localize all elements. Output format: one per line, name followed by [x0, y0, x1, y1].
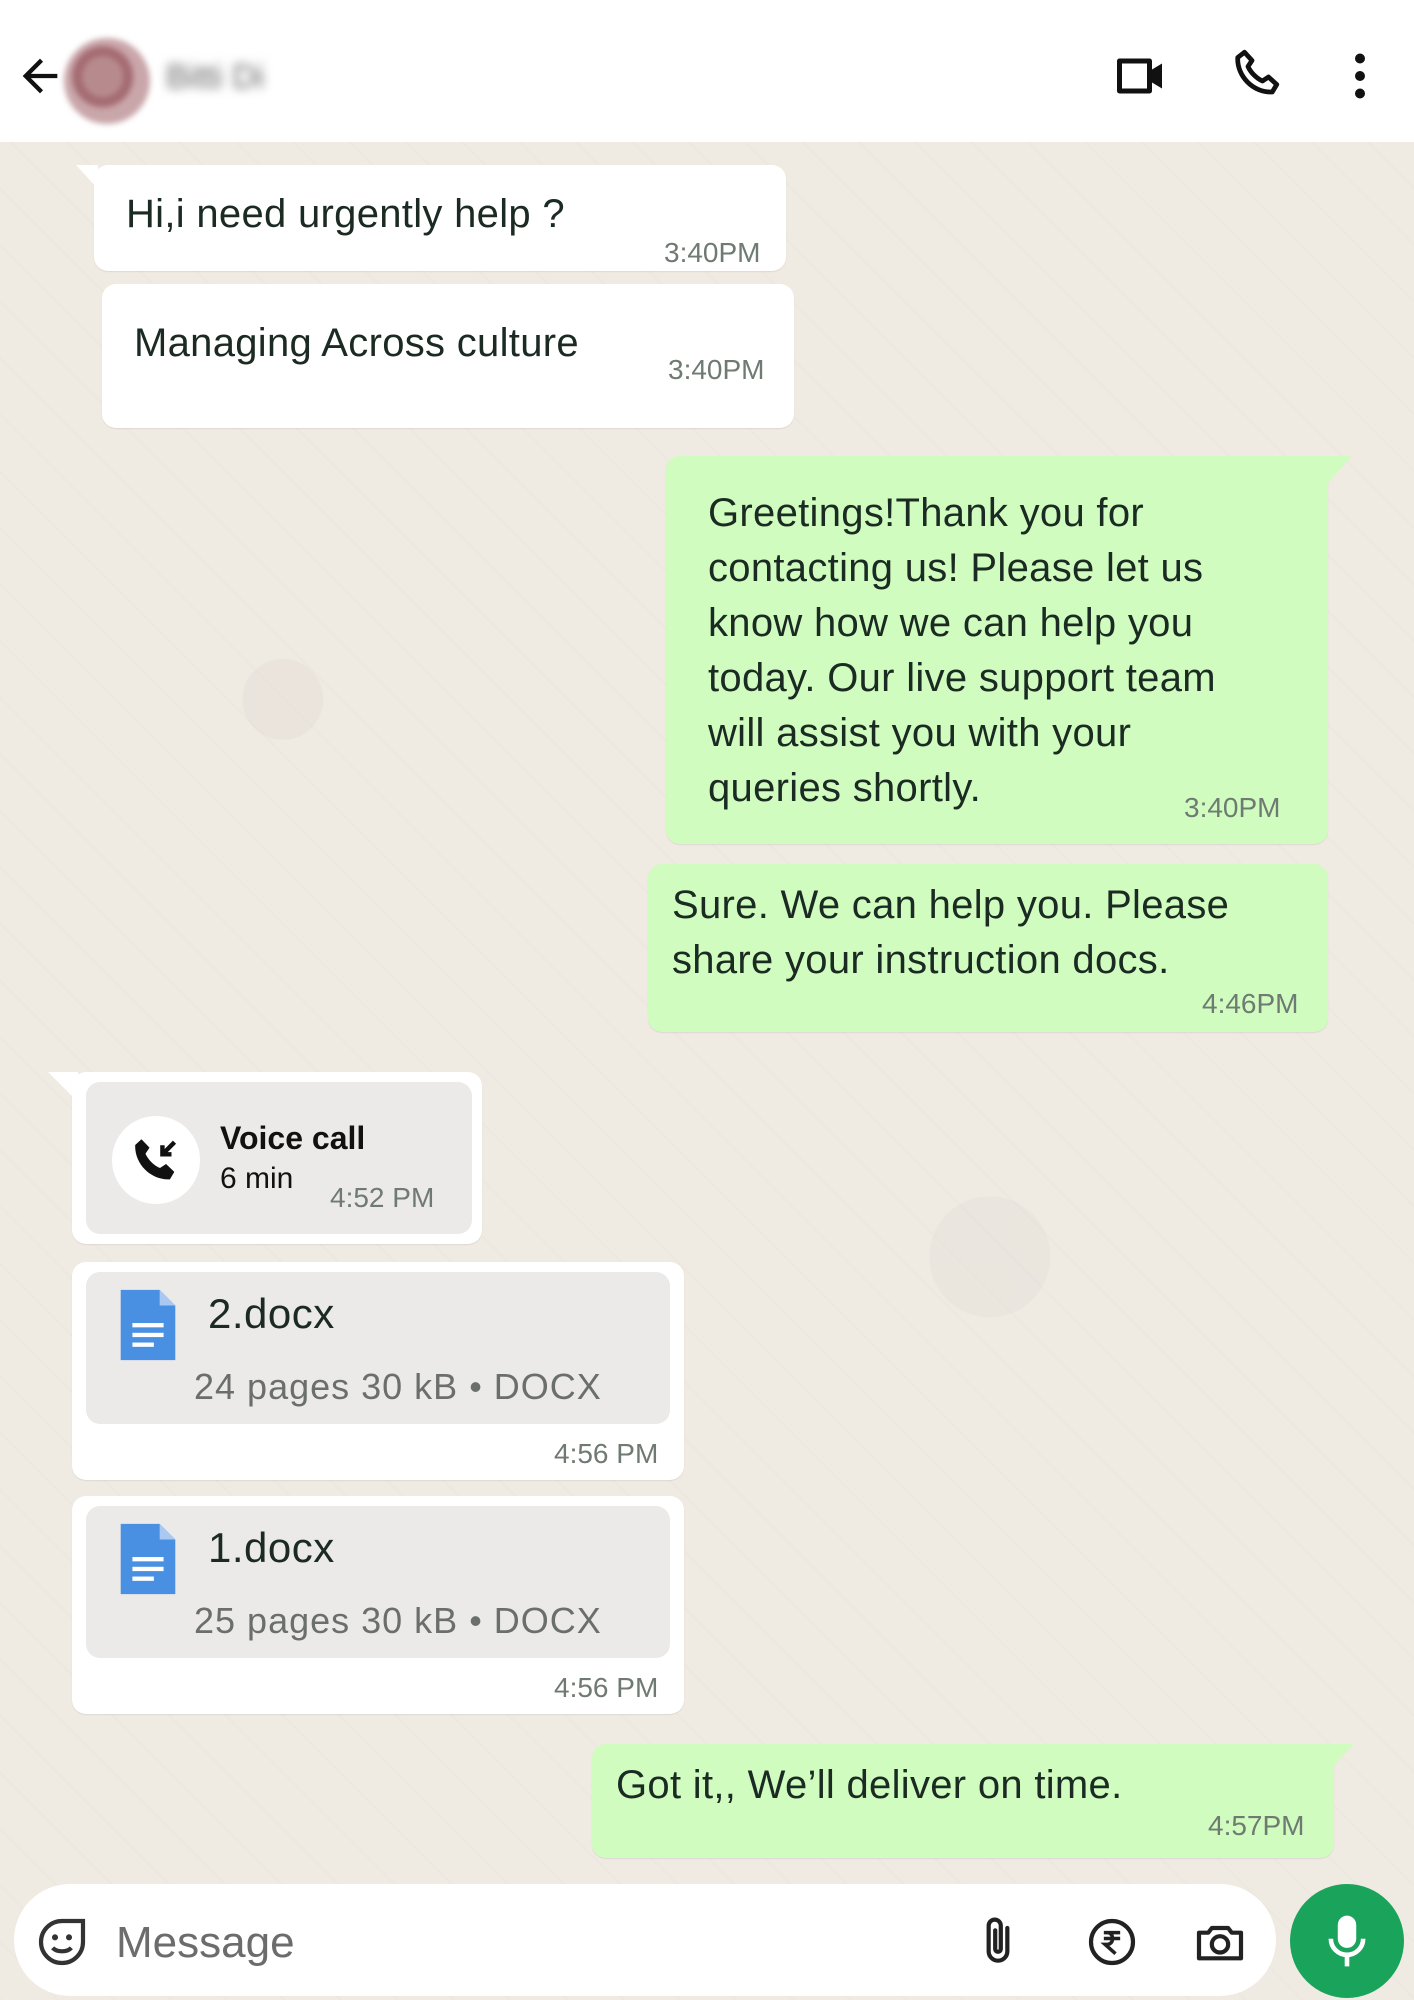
message-text: Managing Across culture [134, 321, 579, 365]
message-time: 4:56 PM [554, 1672, 659, 1703]
message-text: Got it,, We’ll deliver on time. [616, 1763, 1123, 1807]
message-bubble-outgoing[interactable]: Sure. We can help you. Please share your… [648, 864, 1328, 1032]
voice-call-bubble[interactable]: Voice call 6 min 4:52 PM [72, 1072, 482, 1244]
document-bubble[interactable]: 2.docx 24 pages 30 kB • DOCX 4:56 PM [72, 1262, 684, 1480]
message-time: 4:56 PM [554, 1438, 659, 1469]
message-line: queries shortly. [708, 766, 982, 810]
document-card[interactable]: 2.docx 24 pages 30 kB • DOCX [86, 1272, 670, 1424]
message-time: 4:46PM [1202, 988, 1299, 1019]
document-icon [120, 1289, 176, 1361]
video-camera-icon[interactable] [1112, 46, 1172, 106]
document-card[interactable]: 1.docx 25 pages 30 kB • DOCX [86, 1506, 670, 1658]
voice-call-card[interactable]: Voice call 6 min 4:52 PM [86, 1082, 472, 1234]
document-filename: 1.docx [208, 1524, 335, 1571]
more-vertical-icon[interactable] [1330, 46, 1390, 106]
message-time: 3:40PM [668, 354, 765, 385]
message-bubble-incoming[interactable]: Hi,i need urgently help ? 3:40PM [94, 165, 786, 271]
phone-icon[interactable] [1228, 46, 1288, 106]
message-line: share your instruction docs. [672, 938, 1170, 982]
bubble-tail [1316, 456, 1352, 496]
camera-icon[interactable] [1192, 1914, 1248, 1970]
message-time: 4:52 PM [330, 1182, 435, 1213]
message-bubble-incoming[interactable]: Managing Across culture 3:40PM [102, 284, 794, 428]
message-text: Hi,i need urgently help ? [126, 192, 565, 236]
message-time: 4:57PM [1208, 1810, 1305, 1841]
sticker-icon[interactable] [34, 1914, 90, 1970]
document-meta: 25 pages 30 kB • DOCX [194, 1600, 602, 1641]
document-meta: 24 pages 30 kB • DOCX [194, 1366, 602, 1407]
message-line: today. Our live support team [708, 656, 1216, 700]
paperclip-icon[interactable] [970, 1914, 1026, 1970]
rupee-icon[interactable] [1084, 1914, 1140, 1970]
microphone-icon [1328, 1915, 1366, 1967]
microphone-button[interactable] [1290, 1884, 1404, 1998]
message-line: Sure. We can help you. Please [672, 883, 1230, 927]
message-bubble-outgoing[interactable]: Greetings!Thank you for contacting us! P… [666, 456, 1328, 844]
message-line: Greetings!Thank you for [708, 491, 1145, 535]
message-line: know how we can help you [708, 601, 1194, 645]
call-title: Voice call [220, 1120, 366, 1156]
document-bubble[interactable]: 1.docx 25 pages 30 kB • DOCX 4:56 PM [72, 1496, 684, 1714]
incoming-call-icon [112, 1116, 200, 1204]
back-arrow-icon[interactable] [14, 50, 66, 102]
message-line: will assist you with your [708, 711, 1132, 755]
document-filename: 2.docx [208, 1290, 335, 1337]
document-icon [120, 1523, 176, 1595]
message-text: Sure. We can help you. Please share your… [672, 878, 1229, 988]
message-text: Greetings!Thank you for contacting us! P… [708, 486, 1216, 816]
message-line: contacting us! Please let us [708, 546, 1204, 590]
bubble-tail [1324, 1744, 1354, 1776]
avatar[interactable] [64, 38, 150, 124]
message-time: 3:40PM [664, 237, 761, 268]
contact-name[interactable]: Bitti Di [166, 58, 264, 97]
message-bubble-outgoing[interactable]: Got it,, We’ll deliver on time. 4:57PM [592, 1744, 1334, 1858]
message-input[interactable]: Message [116, 1918, 295, 1968]
chat-header: Bitti Di [0, 0, 1414, 142]
message-time: 3:40PM [1184, 792, 1281, 823]
call-duration: 6 min [220, 1162, 294, 1195]
